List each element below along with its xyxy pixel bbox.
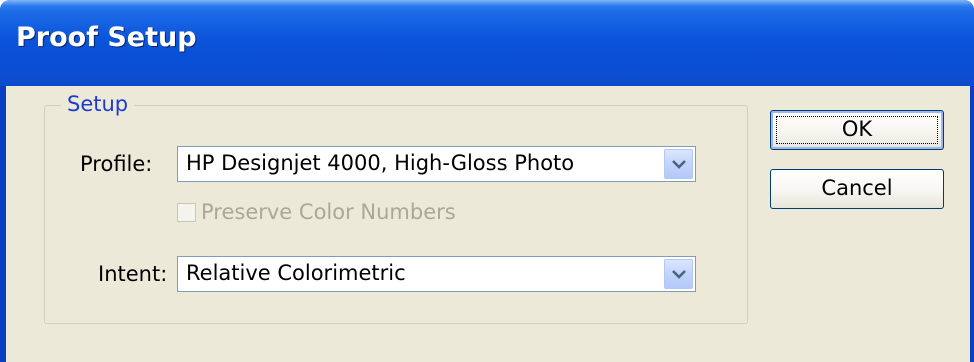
dialog-body: Setup Profile: HP Designjet 4000, High-G… [6, 86, 970, 362]
profile-dropdown-button[interactable] [664, 149, 693, 179]
preserve-color-numbers-checkbox[interactable] [177, 203, 196, 222]
ok-button-label: OK [841, 117, 873, 141]
intent-dropdown[interactable]: Relative Colorimetric [177, 256, 696, 292]
ok-button[interactable]: OK [770, 110, 944, 150]
chevron-down-icon [672, 160, 686, 169]
cancel-button-label: Cancel [821, 176, 893, 200]
proof-setup-dialog: Proof Setup Setup Profile: HP Designjet … [0, 0, 974, 362]
intent-selected-value: Relative Colorimetric [186, 261, 406, 285]
intent-label: Intent: [98, 262, 168, 286]
profile-label: Profile: [80, 152, 153, 176]
cancel-button[interactable]: Cancel [770, 169, 944, 209]
dialog-title: Proof Setup [16, 22, 197, 53]
title-bar[interactable]: Proof Setup [0, 0, 974, 86]
chevron-down-icon [672, 270, 686, 279]
intent-dropdown-button[interactable] [664, 259, 693, 289]
preserve-color-numbers-label: Preserve Color Numbers [201, 200, 456, 224]
profile-dropdown[interactable]: HP Designjet 4000, High-Gloss Photo [177, 146, 696, 182]
setup-group-label: Setup [61, 92, 135, 116]
profile-selected-value: HP Designjet 4000, High-Gloss Photo [186, 151, 575, 175]
